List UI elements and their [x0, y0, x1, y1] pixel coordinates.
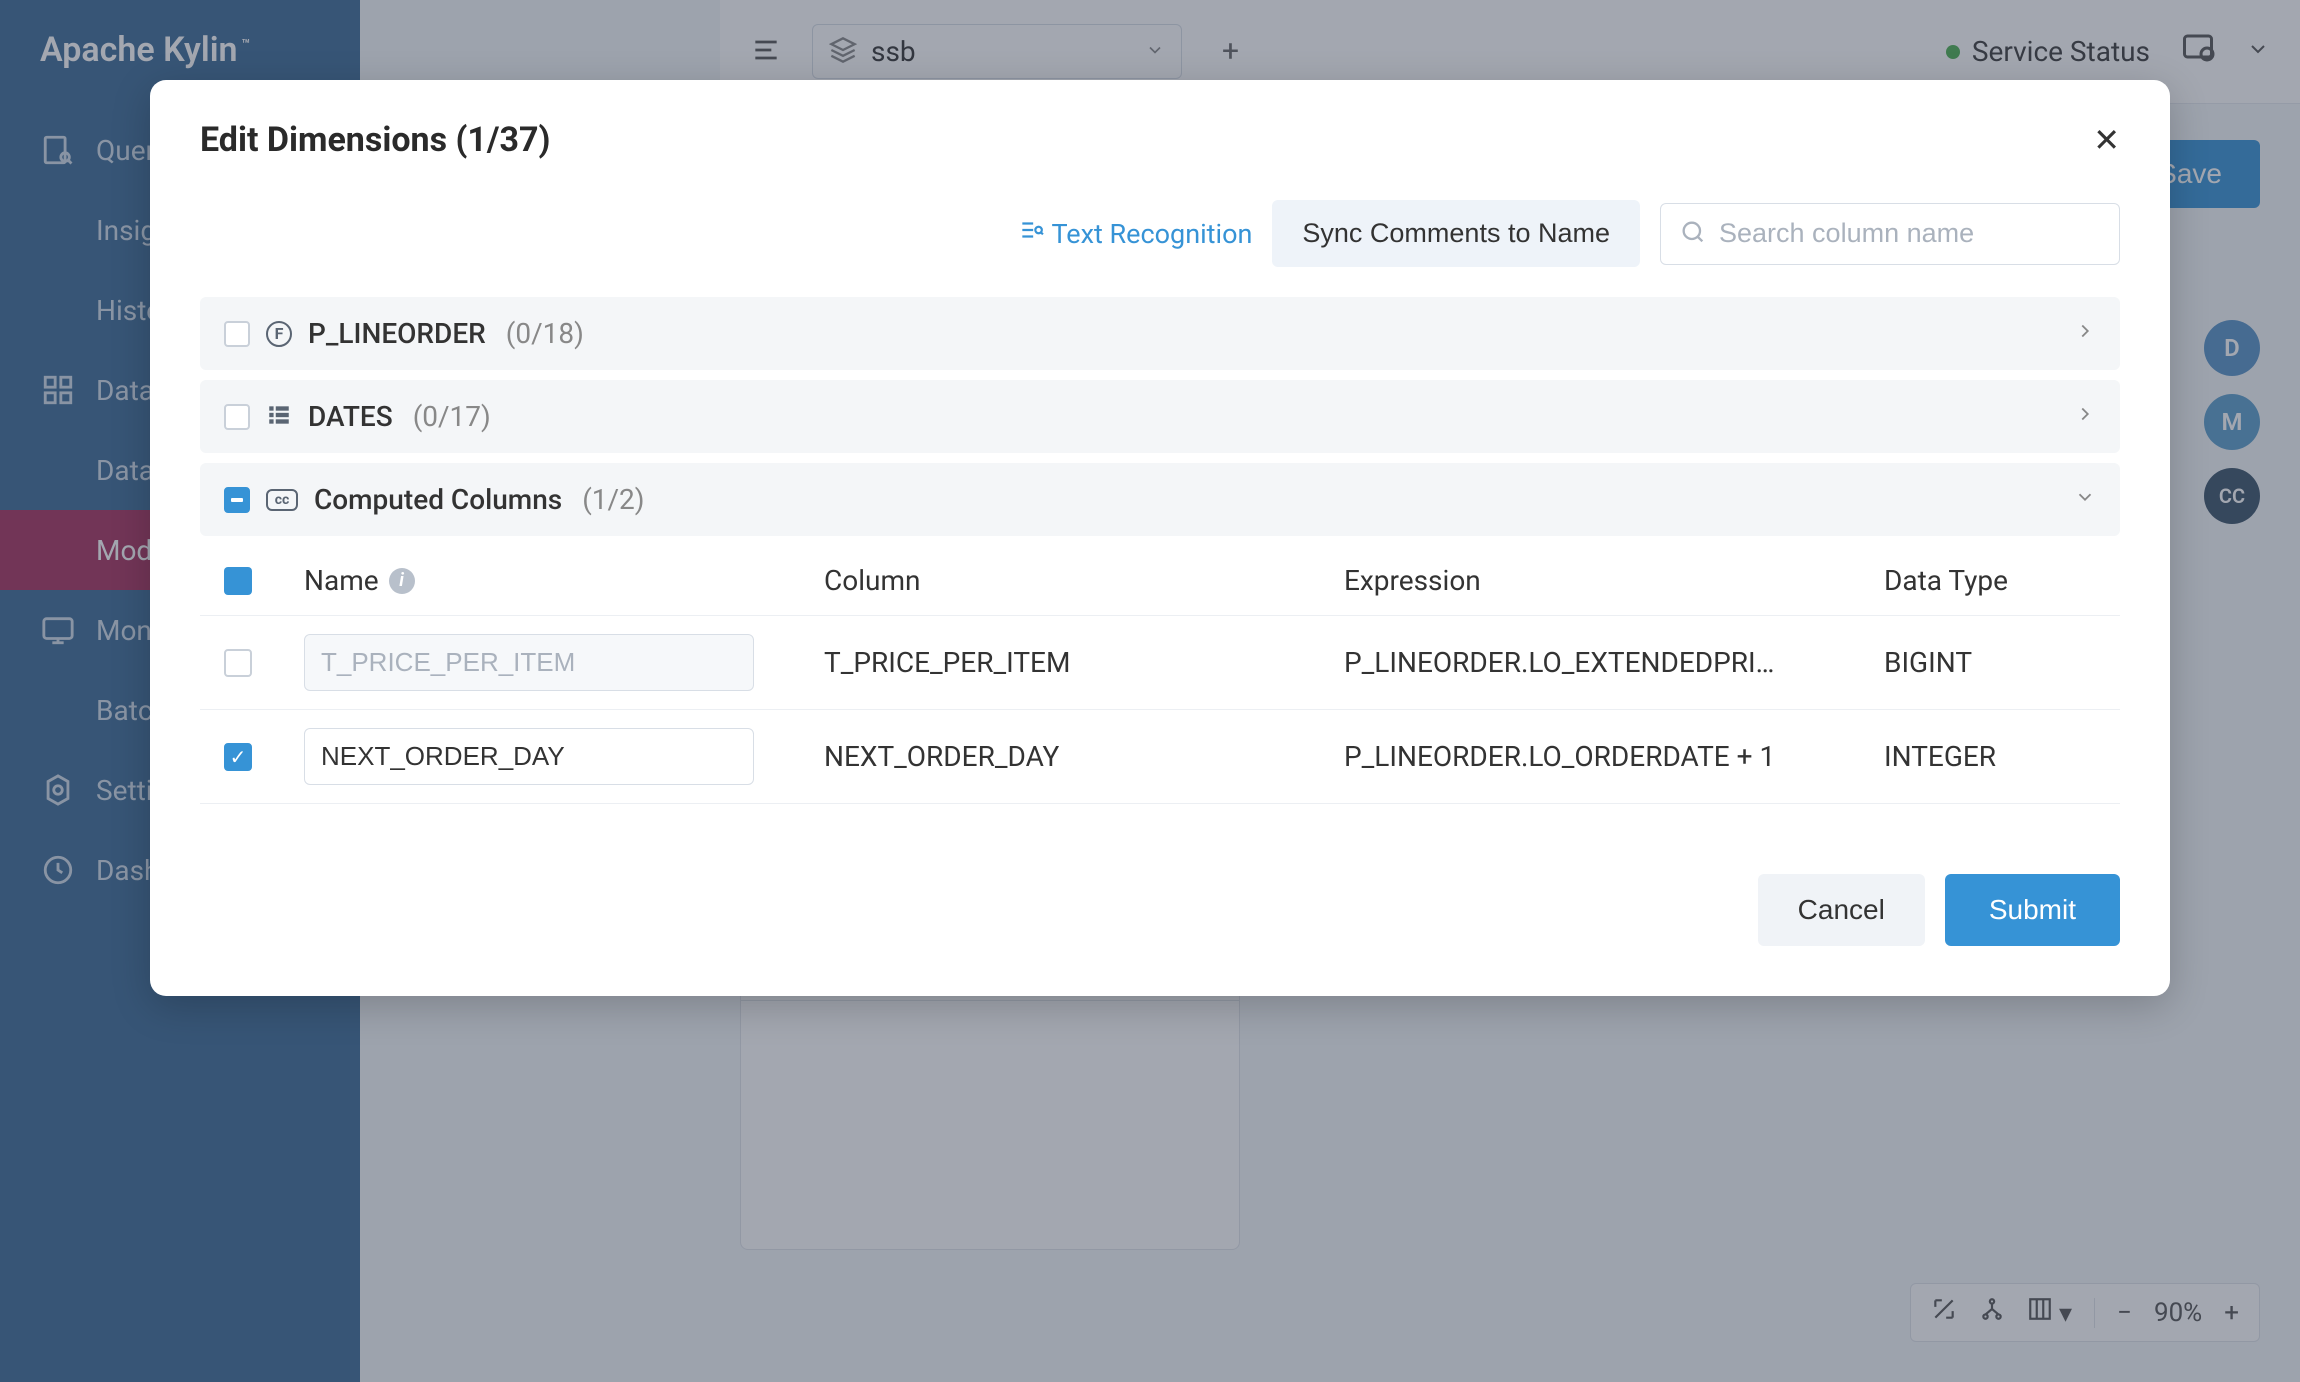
submit-button[interactable]: Submit: [1945, 874, 2120, 946]
project-name: ssb: [871, 35, 916, 68]
settings-icon[interactable]: [2180, 30, 2216, 73]
dimension-row: ✓ NEXT_ORDER_DAY P_LINEORDER.LO_ORDERDAT…: [200, 710, 2120, 804]
dashboard-icon: [40, 852, 76, 888]
row-column: NEXT_ORDER_DAY: [824, 740, 1344, 773]
row-checkbox[interactable]: [224, 649, 252, 677]
col-name-header: Name: [304, 564, 379, 597]
edit-dimensions-modal: Edit Dimensions (1/37) ✕ Text Recognitio…: [150, 80, 2170, 996]
project-select[interactable]: ssb: [812, 24, 1182, 79]
dimension-name-input[interactable]: [304, 728, 754, 785]
text-recognition-label: Text Recognition: [1052, 218, 1253, 250]
group-count: (0/18): [506, 317, 584, 350]
row-checkbox[interactable]: ✓: [224, 743, 252, 771]
group-computed-columns[interactable]: cc Computed Columns (1/2): [200, 463, 2120, 536]
lookup-table-icon: [266, 402, 292, 432]
modal-title: Edit Dimensions (1/37): [200, 120, 550, 160]
text-recog-icon: [1018, 217, 1044, 250]
gear-icon: [40, 772, 76, 808]
layers-icon: [829, 36, 857, 68]
tree-icon[interactable]: [1979, 1296, 2005, 1329]
cancel-button[interactable]: Cancel: [1758, 874, 1925, 946]
measure-pill[interactable]: M: [2204, 394, 2260, 450]
search-input[interactable]: [1719, 218, 2101, 249]
group-name: Computed Columns: [314, 483, 562, 516]
group-count: (0/17): [413, 400, 491, 433]
col-expression-header: Expression: [1344, 564, 1884, 597]
fact-table-icon: F: [266, 321, 292, 347]
datasource-icon: [40, 452, 76, 488]
close-button[interactable]: ✕: [2093, 121, 2120, 159]
query-icon: [40, 132, 76, 168]
zoom-bar: ▾ − 90% +: [1910, 1283, 2260, 1342]
expand-icon[interactable]: [1931, 1296, 1957, 1329]
col-datatype-header: Data Type: [1884, 564, 2096, 597]
group-count: (1/2): [582, 483, 644, 516]
search-icon: [1679, 218, 1707, 250]
zoom-out-button[interactable]: −: [2117, 1298, 2132, 1328]
chevron-down-icon: [2074, 486, 2096, 514]
chevron-right-icon: [2074, 403, 2096, 431]
col-column-header: Column: [824, 564, 1344, 597]
row-expression: P_LINEORDER.LO_EXTENDEDPRI…: [1344, 646, 1884, 679]
dimension-pill[interactable]: D: [2204, 320, 2260, 376]
chevron-down-icon: [1145, 40, 1165, 64]
columns-icon[interactable]: ▾: [2027, 1296, 2073, 1329]
dimension-row: T_PRICE_PER_ITEM P_LINEORDER.LO_EXTENDED…: [200, 616, 2120, 710]
insight-icon: [40, 212, 76, 248]
monitor-icon: [40, 612, 76, 648]
row-expression: P_LINEORDER.LO_ORDERDATE + 1: [1344, 740, 1884, 773]
group-checkbox[interactable]: [224, 321, 250, 347]
nav-label: Data: [96, 454, 154, 487]
history-icon: [40, 292, 76, 328]
group-checkbox[interactable]: [224, 404, 250, 430]
select-all-checkbox[interactable]: [224, 567, 252, 595]
row-column: T_PRICE_PER_ITEM: [824, 646, 1344, 679]
user-menu-chevron-icon[interactable]: [2246, 37, 2270, 67]
zoom-in-button[interactable]: +: [2224, 1298, 2239, 1328]
status-label: Service Status: [1972, 35, 2150, 68]
service-status[interactable]: Service Status: [1946, 35, 2150, 68]
group-checkbox-indeterminate[interactable]: [224, 487, 250, 513]
nav-label: Data: [96, 374, 154, 407]
info-icon[interactable]: i: [389, 568, 415, 594]
sync-comments-button[interactable]: Sync Comments to Name: [1272, 200, 1640, 267]
batch-icon: [40, 692, 76, 728]
chevron-right-icon: [2074, 320, 2096, 348]
group-name: P_LINEORDER: [308, 317, 486, 350]
columns-table-header: Namei Column Expression Data Type: [200, 546, 2120, 616]
dimension-name-input[interactable]: [304, 634, 754, 691]
group-dates[interactable]: DATES (0/17): [200, 380, 2120, 453]
group-name: DATES: [308, 400, 393, 433]
right-dock: D M CC: [2204, 320, 2260, 524]
status-dot-icon: [1946, 45, 1960, 59]
data-icon: [40, 372, 76, 408]
cc-pill[interactable]: CC: [2204, 468, 2260, 524]
row-datatype: BIGINT: [1884, 646, 2096, 679]
zoom-level: 90%: [2154, 1298, 2202, 1328]
model-icon: [40, 532, 76, 568]
search-field[interactable]: [1660, 203, 2120, 265]
hamburger-icon[interactable]: [750, 34, 782, 70]
row-datatype: INTEGER: [1884, 740, 2096, 773]
group-lineorder[interactable]: F P_LINEORDER (0/18): [200, 297, 2120, 370]
cc-icon: cc: [266, 489, 298, 511]
add-project-button[interactable]: +: [1212, 30, 1249, 73]
text-recognition-link[interactable]: Text Recognition: [1018, 217, 1253, 250]
